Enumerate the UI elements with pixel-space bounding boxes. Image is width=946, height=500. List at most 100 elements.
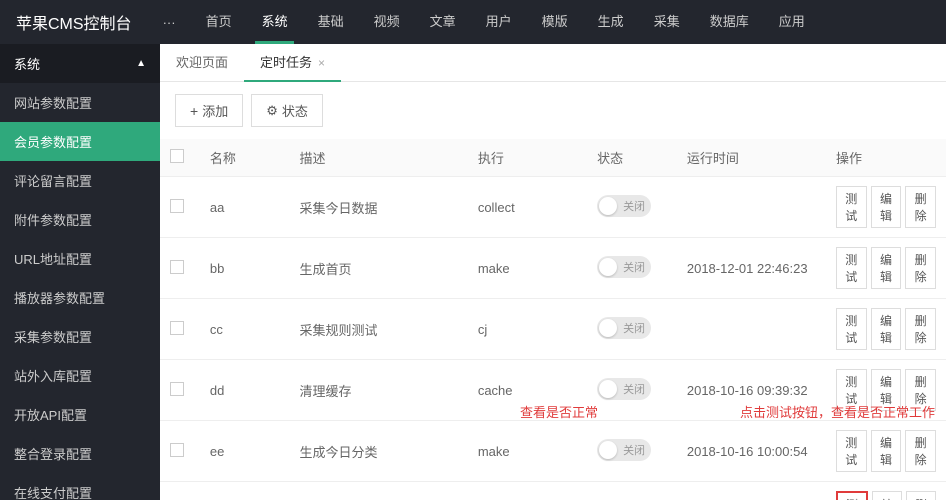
col-ops: 操作: [826, 139, 946, 177]
edit-button[interactable]: 编辑: [871, 186, 902, 228]
cell-time: [677, 299, 826, 360]
cell-desc: 采集今日数据: [290, 177, 468, 238]
tab-1[interactable]: 定时任务×: [244, 44, 341, 81]
col-exec: 执行: [468, 139, 587, 177]
status-switch[interactable]: 关闭: [597, 317, 651, 339]
table-row: bb生成首页make关闭2018-12-01 22:46:23测试编辑删除: [160, 238, 946, 299]
switch-knob: [599, 319, 617, 337]
sidebar-item-4[interactable]: URL地址配置: [0, 239, 160, 278]
check-all[interactable]: [170, 149, 184, 163]
status-switch[interactable]: 关闭: [597, 439, 651, 461]
nav-item-5[interactable]: 用户: [471, 0, 527, 44]
test-button[interactable]: 测试: [836, 247, 867, 289]
tab-0[interactable]: 欢迎页面: [160, 44, 244, 81]
add-button[interactable]: + 添加: [175, 94, 243, 127]
sidebar-item-2[interactable]: 评论留言配置: [0, 161, 160, 200]
delete-button[interactable]: 删除: [905, 369, 936, 411]
nav-item-2[interactable]: 基础: [303, 0, 359, 44]
status-switch[interactable]: 关闭: [597, 195, 651, 217]
row-checkbox[interactable]: [170, 443, 184, 457]
test-button[interactable]: 测试: [836, 491, 868, 500]
toolbar: + 添加 ⚙ 状态: [160, 82, 946, 139]
table-row: cc采集规则测试cj 关闭 测试编辑删除: [160, 299, 946, 360]
col-time: 运行时间: [677, 139, 826, 177]
cell-name: cc: [200, 299, 290, 360]
row-checkbox[interactable]: [170, 321, 184, 335]
top-nav: 首页系统基础视频文章用户模版生成采集数据库应用: [191, 0, 820, 44]
status-switch[interactable]: 关闭: [597, 378, 651, 400]
sidebar-item-7[interactable]: 站外入库配置: [0, 356, 160, 395]
edit-button[interactable]: 编辑: [871, 430, 902, 472]
sidebar-item-5[interactable]: 播放器参数配置: [0, 278, 160, 317]
delete-button[interactable]: 删除: [905, 430, 936, 472]
cell-desc: OK资源采集: [290, 482, 468, 500]
test-button[interactable]: 测试: [836, 369, 867, 411]
table-row: okzycjOK资源采集collect正常测试编辑删除: [160, 482, 946, 500]
cell-exec: make: [468, 421, 587, 482]
row-checkbox[interactable]: [170, 260, 184, 274]
cell-time: 2018-10-16 10:00:54: [677, 421, 826, 482]
edit-button[interactable]: 编辑: [872, 491, 902, 500]
table-row: ee生成今日分类make 关闭 2018-10-16 10:00:54测试编辑删除: [160, 421, 946, 482]
edit-button[interactable]: 编辑: [871, 308, 902, 350]
delete-button[interactable]: 删除: [905, 308, 936, 350]
cell-desc: 清理缓存: [290, 360, 468, 421]
sidebar-item-6[interactable]: 采集参数配置: [0, 317, 160, 356]
edit-button[interactable]: 编辑: [871, 247, 902, 289]
sidebar-item-3[interactable]: 附件参数配置: [0, 200, 160, 239]
sidebar: 系统 ▲ 网站参数配置会员参数配置评论留言配置附件参数配置URL地址配置播放器参…: [0, 44, 160, 500]
switch-label: 关闭: [623, 198, 645, 214]
status-switch[interactable]: 关闭: [597, 256, 651, 278]
test-button[interactable]: 测试: [836, 308, 867, 350]
switch-label: 关闭: [623, 320, 645, 336]
status-button[interactable]: ⚙ 状态: [251, 94, 323, 127]
delete-button[interactable]: 删除: [905, 247, 936, 289]
sidebar-title: 系统: [14, 54, 40, 73]
row-checkbox[interactable]: [170, 199, 184, 213]
cell-time: 2018-10-16 09:39:32: [677, 360, 826, 421]
gear-icon: ⚙: [266, 103, 278, 119]
sidebar-item-10[interactable]: 在线支付配置: [0, 473, 160, 500]
nav-item-6[interactable]: 模版: [527, 0, 583, 44]
cell-exec: make: [468, 238, 587, 299]
nav-item-9[interactable]: 数据库: [695, 0, 764, 44]
sidebar-head[interactable]: 系统 ▲: [0, 44, 160, 83]
top-header: 苹果CMS控制台 ··· 首页系统基础视频文章用户模版生成采集数据库应用: [0, 0, 946, 44]
nav-item-0[interactable]: 首页: [191, 0, 247, 44]
table-header-row: 名称 描述 执行 状态 运行时间 操作: [160, 139, 946, 177]
switch-label: 关闭: [623, 381, 645, 397]
nav-item-7[interactable]: 生成: [583, 0, 639, 44]
close-icon[interactable]: ×: [318, 56, 325, 70]
row-checkbox[interactable]: [170, 382, 184, 396]
col-status: 状态: [587, 139, 677, 177]
nav-item-1[interactable]: 系统: [247, 0, 303, 44]
switch-label: 关闭: [623, 442, 645, 458]
nav-item-3[interactable]: 视频: [359, 0, 415, 44]
cell-desc: 采集规则测试: [290, 299, 468, 360]
delete-button[interactable]: 删除: [905, 186, 936, 228]
edit-button[interactable]: 编辑: [871, 369, 902, 411]
sidebar-item-1[interactable]: 会员参数配置: [0, 122, 160, 161]
nav-item-10[interactable]: 应用: [764, 0, 820, 44]
sidebar-item-9[interactable]: 整合登录配置: [0, 434, 160, 473]
switch-knob: [599, 197, 617, 215]
table-row: aa采集今日数据collect关闭测试编辑删除: [160, 177, 946, 238]
delete-button[interactable]: 删除: [906, 491, 936, 500]
cell-exec: cj: [468, 299, 587, 360]
cell-time: [677, 177, 826, 238]
nav-item-8[interactable]: 采集: [639, 0, 695, 44]
main-content: 欢迎页面定时任务× + 添加 ⚙ 状态 名称 描述 执行 状态 运行时间: [160, 44, 946, 500]
switch-knob: [599, 258, 617, 276]
sidebar-item-0[interactable]: 网站参数配置: [0, 83, 160, 122]
cell-exec: collect: [468, 482, 587, 500]
cell-name: ee: [200, 421, 290, 482]
tab-label: 欢迎页面: [176, 55, 228, 70]
test-button[interactable]: 测试: [836, 186, 867, 228]
nav-item-4[interactable]: 文章: [415, 0, 471, 44]
cell-desc: 生成今日分类: [290, 421, 468, 482]
add-label: 添加: [202, 101, 228, 120]
test-button[interactable]: 测试: [836, 430, 867, 472]
sidebar-item-8[interactable]: 开放API配置: [0, 395, 160, 434]
cell-name: dd: [200, 360, 290, 421]
ellipsis-icon[interactable]: ···: [148, 15, 191, 30]
